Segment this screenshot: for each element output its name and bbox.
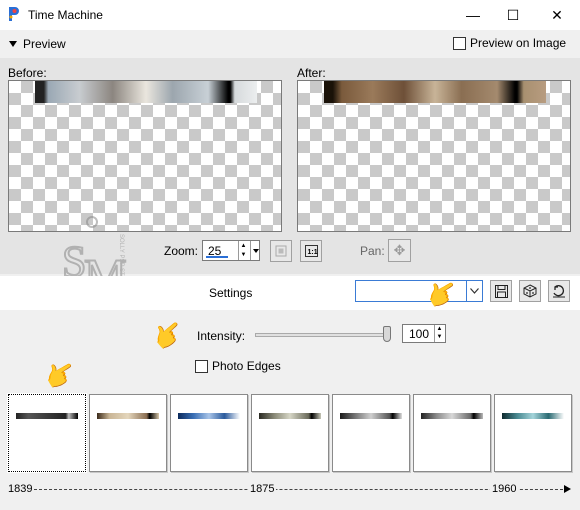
preview-toggle-label: Preview [23,37,66,51]
save-preset-button[interactable] [490,280,512,302]
era-preview-strip [340,413,402,419]
spin-up-icon[interactable]: ▲ [435,325,444,333]
era-preview-strip [97,413,159,419]
era-thumbnail-5[interactable] [332,394,410,472]
timeline-start-year: 1839 [6,483,35,495]
preview-on-image-option[interactable]: Preview on Image [453,36,566,50]
era-preview-strip [259,413,321,419]
actual-size-icon: 1:1 [304,245,318,257]
pan-button[interactable]: ✥ [388,239,411,262]
svg-text:1:1: 1:1 [307,249,317,256]
actual-size-button[interactable]: 1:1 [300,240,322,262]
timeline-line [34,489,568,490]
photo-edges-checkbox[interactable] [195,359,208,373]
settings-preset-dropdown[interactable] [355,280,483,302]
reset-arrow-icon [553,284,565,297]
chevron-down-icon [252,248,259,253]
zoom-to-fit-button[interactable] [270,240,292,262]
photo-edges-option[interactable]: Photo Edges [195,359,281,373]
timeline-middle-year: 1875 [248,483,277,495]
before-label: Before: [8,66,47,80]
era-thumbnail-4[interactable] [251,394,329,472]
preview-on-image-label: Preview on Image [470,36,567,50]
randomize-button[interactable] [519,280,541,302]
reset-button[interactable] [548,280,570,302]
era-preview-strip [502,413,564,419]
floppy-disk-icon [494,284,508,298]
photo-edges-label: Photo Edges [212,359,281,373]
chevron-down-icon [470,288,479,294]
close-button[interactable]: ✕ [540,0,574,30]
preview-on-image-checkbox[interactable] [453,36,466,50]
intensity-stepper[interactable]: 100 ▲ ▼ [402,324,446,343]
pointing-hand-icon: 👉 [146,313,191,357]
intensity-label: Intensity: [197,329,246,343]
era-preview-strip [178,413,240,419]
intensity-spinner[interactable]: ▲ ▼ [434,325,444,342]
intensity-slider-track[interactable] [255,333,391,337]
after-preview-pane[interactable] [297,80,571,232]
after-label: After: [297,66,326,80]
era-thumbnail-6[interactable] [413,394,491,472]
zoom-label: Zoom: [164,244,199,258]
timeline-end-year: 1960 [490,483,519,495]
fit-window-icon [275,245,287,257]
era-thumbnail-2[interactable] [89,394,167,472]
intensity-value[interactable]: 100 [409,327,429,341]
era-preview-strip [16,413,78,419]
spin-down-icon[interactable]: ▼ [239,250,248,259]
before-image-strip [35,81,257,103]
paintshop-app-icon [9,7,19,21]
window-title: Time Machine [28,8,103,22]
pointing-hand-icon: 👉 [38,353,82,397]
chevron-down-icon [9,41,17,47]
spin-down-icon[interactable]: ▼ [435,333,444,341]
settings-label: Settings [209,286,253,300]
pan-label: Pan: [360,244,385,258]
dice-icon [523,284,537,298]
era-preview-strip [421,413,483,419]
era-thumbnail-7[interactable] [494,394,572,472]
maximize-button[interactable]: ☐ [496,0,530,30]
zoom-stepper[interactable]: 25 ▲ ▼ [202,240,260,261]
era-thumbnail-3[interactable] [170,394,248,472]
zoom-dropdown-button[interactable] [250,241,260,260]
preview-toggle[interactable]: Preview [9,37,66,51]
minimize-button[interactable]: — [456,0,490,30]
zoom-focus-underline [206,256,228,258]
arrow-right-icon [564,485,571,493]
settings-dropdown-button[interactable] [466,281,482,301]
spin-up-icon[interactable]: ▲ [239,241,248,250]
move-arrows-icon: ✥ [393,242,406,258]
intensity-slider-thumb[interactable] [383,326,391,342]
zoom-spinner[interactable]: ▲ ▼ [238,241,248,260]
before-preview-pane[interactable] [8,80,282,232]
era-thumbnail-1[interactable] [7,393,87,473]
after-image-strip [324,81,546,103]
